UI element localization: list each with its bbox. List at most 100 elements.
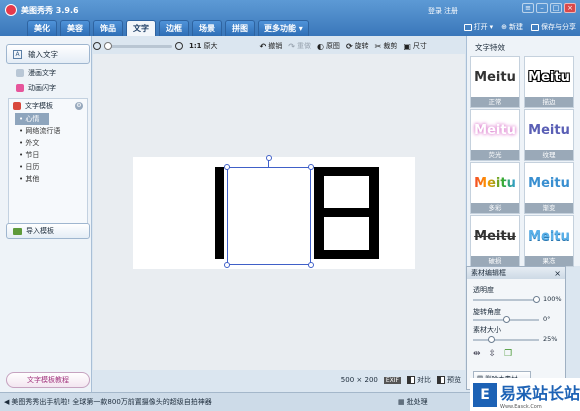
save-share-button[interactable]: 保存与分享: [531, 20, 576, 34]
tutorial-label: 文字模板教程: [27, 376, 69, 384]
app-logo-icon: [5, 4, 17, 16]
effect-texture[interactable]: Meitu 纹理: [524, 109, 574, 161]
preview-icon: [437, 376, 445, 384]
batch-process-button[interactable]: ▦ 批处理: [398, 397, 428, 407]
animated-text-item[interactable]: 动画闪字: [16, 83, 56, 93]
size-label: 素材大小: [473, 326, 501, 334]
resize-handle[interactable]: [308, 164, 314, 170]
opacity-value: 100%: [543, 295, 562, 303]
import-template-button[interactable]: 导入模板: [6, 223, 90, 239]
size-value: 25%: [543, 335, 558, 343]
compare-label: 对比: [417, 376, 431, 384]
flip-horizontal-icon[interactable]: ⇹: [473, 349, 481, 359]
actual-size-button[interactable]: 1:1 原大: [189, 41, 218, 51]
effect-label: 渐变: [525, 203, 573, 213]
text-selection-box[interactable]: [227, 167, 311, 265]
tab-frame[interactable]: 边框: [159, 20, 189, 36]
opacity-slider[interactable]: [473, 296, 540, 303]
template-icon: [13, 102, 21, 110]
undo-button[interactable]: ↶ 撤销: [260, 41, 283, 51]
flip-vertical-icon[interactable]: ⇳: [489, 349, 497, 359]
effect-jelly[interactable]: Meitu 果冻: [524, 215, 574, 267]
template-category[interactable]: • 日历: [9, 161, 87, 173]
zoom-slider-thumb[interactable]: [104, 41, 112, 50]
text-glyph-stroke: [314, 250, 379, 259]
zoom-in-icon[interactable]: [175, 42, 183, 50]
close-icon[interactable]: ×: [554, 269, 561, 278]
image-width: 500: [340, 376, 355, 384]
gear-icon[interactable]: ⚙: [75, 102, 83, 110]
folder-icon: [463, 23, 472, 31]
resize-handle[interactable]: [224, 262, 230, 268]
exif-button[interactable]: EXIF: [383, 376, 401, 384]
effect-preview: Meitu: [528, 175, 570, 191]
template-tutorial-button[interactable]: 文字模板教程: [6, 372, 90, 388]
close-icon[interactable]: ×: [564, 3, 576, 13]
original-image-button[interactable]: ◐ 原图: [317, 41, 340, 51]
material-editor-header[interactable]: 素材编辑框 ×: [467, 267, 565, 279]
input-text-button[interactable]: A 输入文字: [6, 44, 90, 64]
resize-handle[interactable]: [308, 262, 314, 268]
redo-button[interactable]: ↷ 重做: [288, 41, 311, 51]
zoom-out-icon[interactable]: [93, 42, 101, 50]
effect-label: 破损: [471, 256, 519, 266]
promo-tip[interactable]: ◀ 美图秀秀出手机啦! 全球第一款800万前置摄像头的超级自拍神器: [4, 397, 212, 407]
opacity-slider-thumb[interactable]: [533, 296, 540, 303]
effect-broken[interactable]: Meitu 破损: [470, 215, 520, 267]
rotation-value: 0°: [543, 315, 551, 323]
tab-text[interactable]: 文字: [126, 20, 156, 36]
effect-label: 纹理: [525, 150, 573, 160]
effect-preview: Meitu: [474, 122, 516, 138]
resize-button[interactable]: ▣ 尺寸: [403, 41, 427, 51]
template-category[interactable]: • 其他: [9, 173, 87, 185]
template-category[interactable]: • 网络流行语: [9, 125, 87, 137]
open-button[interactable]: 打开 ▾: [463, 20, 493, 34]
menu-button[interactable]: ≡: [522, 3, 534, 13]
tab-accessories[interactable]: 饰品: [93, 20, 123, 36]
preview-button[interactable]: 预览: [437, 375, 461, 385]
tab-cosmetic[interactable]: 美容: [60, 20, 90, 36]
tab-beautify[interactable]: 美化: [27, 20, 57, 36]
effect-gradient[interactable]: Meitu 渐变: [524, 162, 574, 214]
effect-preview: Meitu: [474, 69, 516, 85]
rotation-slider-thumb[interactable]: [503, 316, 510, 323]
copy-icon[interactable]: ❐: [504, 349, 512, 359]
crop-button[interactable]: ✂ 裁剪: [375, 41, 398, 51]
animated-text-label: 动画闪字: [28, 84, 56, 92]
resize-icon: ▣: [403, 41, 411, 51]
template-category[interactable]: • 心情: [15, 113, 49, 125]
undo-label: 撤销: [268, 42, 283, 50]
rotate-button[interactable]: ⟳ 旋转: [346, 41, 369, 51]
register-link[interactable]: 注册: [444, 6, 458, 16]
category-label: 心情: [25, 115, 40, 123]
size-slider[interactable]: [473, 336, 539, 343]
tab-collage[interactable]: 拼图: [225, 20, 255, 36]
login-link[interactable]: 登录: [428, 6, 442, 16]
effect-normal[interactable]: Meitu 正常: [470, 56, 520, 108]
rotate-handle[interactable]: [266, 155, 272, 161]
template-panel: 文字模板 ⚙ • 心情 • 网络流行语 • 外文 • 节日 • 日历 • 其他: [8, 98, 88, 224]
image-canvas[interactable]: [133, 155, 415, 269]
watermark-logo-icon: E: [473, 382, 497, 407]
maximize-icon[interactable]: □: [550, 3, 562, 13]
effect-label: 荧光: [471, 150, 519, 160]
effect-colorful[interactable]: Meitu 多彩: [470, 162, 520, 214]
original-image-label: 原图: [325, 42, 340, 50]
zoom-slider[interactable]: [104, 41, 172, 50]
size-slider-thumb[interactable]: [488, 336, 495, 343]
effect-glow[interactable]: Meitu 荧光: [470, 109, 520, 161]
template-category[interactable]: • 外文: [9, 137, 87, 149]
tab-more-features[interactable]: 更多功能 ▾: [258, 20, 309, 36]
template-category[interactable]: • 节日: [9, 149, 87, 161]
left-panel: A 输入文字 漫画文字 动画闪字 文字模板 ⚙ • 心情 • 网络流行语 • 外…: [0, 36, 92, 394]
resize-handle[interactable]: [224, 164, 230, 170]
tab-scene[interactable]: 场景: [192, 20, 222, 36]
rotation-slider[interactable]: [473, 316, 539, 323]
effect-stroke[interactable]: Meitu 描边: [524, 56, 574, 108]
minimize-icon[interactable]: –: [536, 3, 548, 13]
title-bar: 美图秀秀 3.9.6 登录 注册 ≡ – □ × 美化 美容 饰品 文字 边框 …: [0, 0, 580, 36]
comic-text-item[interactable]: 漫画文字: [16, 68, 56, 78]
comic-icon: [16, 69, 24, 77]
compare-button[interactable]: 对比: [407, 375, 431, 385]
new-button[interactable]: ⊕ 新建: [501, 20, 523, 34]
